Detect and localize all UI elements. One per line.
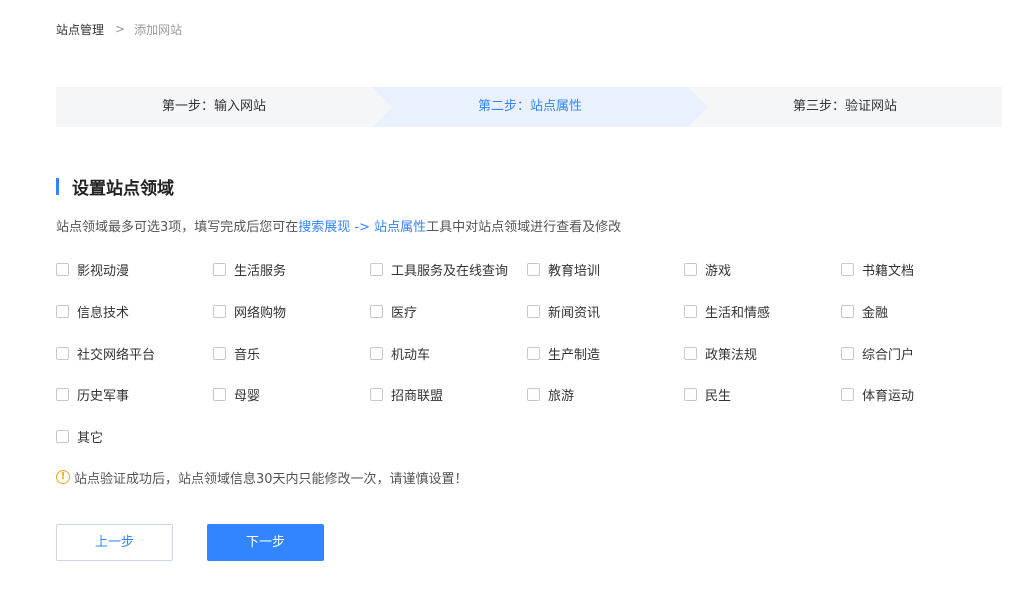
domain-label: 工具服务及在线查询 (391, 263, 509, 279)
domain-checkbox-item[interactable]: 网络购物 (213, 301, 286, 321)
domain-checkbox-item[interactable]: 医疗 (370, 301, 417, 321)
domain-label: 医疗 (391, 305, 418, 321)
domain-checkbox-item[interactable]: 金融 (841, 301, 888, 321)
section-title-accent-bar (56, 177, 59, 195)
checkbox[interactable] (684, 304, 697, 318)
checkbox[interactable] (370, 304, 383, 318)
domain-label: 影视动漫 (77, 263, 130, 279)
domain-checkbox-item[interactable]: 游戏 (684, 259, 731, 279)
step-3: 第三步：验证网站 (792, 99, 897, 114)
domain-checkbox-item[interactable]: 工具服务及在线查询 (370, 259, 508, 279)
domain-label: 民生 (705, 388, 732, 404)
domain-checkbox-item[interactable]: 音乐 (213, 343, 260, 363)
step-progress: 第一步：输入网站 第二步：站点属性 第三步：验证网站 (56, 87, 1002, 127)
domain-label: 综合门户 (862, 347, 915, 363)
description-prefix: 站点领域最多可选3项，填写完成后您可在 (56, 220, 299, 235)
checkbox[interactable] (684, 387, 697, 401)
domain-checkbox-item[interactable]: 新闻资讯 (527, 301, 600, 321)
domain-checkbox-item[interactable]: 机动车 (370, 343, 430, 363)
domain-label: 教育培训 (548, 263, 601, 279)
search-display-site-attributes-link[interactable]: 搜索展现 -> 站点属性 (298, 220, 426, 235)
domain-checkbox-item[interactable]: 生产制造 (527, 343, 600, 363)
domain-label: 历史军事 (77, 388, 130, 404)
domain-label: 政策法规 (705, 347, 758, 363)
domain-checkbox-item[interactable]: 体育运动 (841, 384, 914, 404)
warning-icon: ! (56, 470, 70, 484)
checkbox[interactable] (56, 346, 69, 360)
domain-label: 信息技术 (77, 305, 130, 321)
checkbox[interactable] (213, 387, 226, 401)
description-suffix: 工具中对站点领域进行查看及修改 (426, 220, 622, 235)
checkbox[interactable] (213, 346, 226, 360)
section-title-text: 设置站点领域 (72, 178, 174, 199)
checkbox[interactable] (56, 429, 69, 443)
domain-label: 体育运动 (862, 388, 915, 404)
checkbox[interactable] (841, 346, 854, 360)
domain-checkbox-item[interactable]: 生活和情感 (684, 301, 770, 321)
breadcrumb-site-management[interactable]: 站点管理 (56, 21, 104, 38)
previous-step-button[interactable]: 上一步 (56, 524, 173, 561)
domain-checkbox-item[interactable]: 历史军事 (56, 384, 129, 404)
warning-notice: ! 站点验证成功后，站点领域信息30天内只能修改一次，请谨慎设置！ (56, 467, 468, 487)
domain-label: 网络购物 (234, 305, 287, 321)
checkbox[interactable] (370, 262, 383, 276)
checkbox[interactable] (527, 387, 540, 401)
domain-checkbox-item[interactable]: 综合门户 (841, 343, 914, 363)
checkbox[interactable] (684, 262, 697, 276)
domain-label: 生产制造 (548, 347, 601, 363)
domain-label: 音乐 (234, 347, 261, 363)
domain-checkbox-item[interactable]: 民生 (684, 384, 731, 404)
step-2-active: 第二步：站点属性 (477, 99, 582, 114)
checkbox[interactable] (841, 304, 854, 318)
domain-label: 招商联盟 (391, 388, 444, 404)
domain-checkbox-item[interactable]: 招商联盟 (370, 384, 443, 404)
section-title: 设置站点领域 (56, 174, 174, 199)
checkbox[interactable] (370, 346, 383, 360)
next-step-button[interactable]: 下一步 (207, 524, 324, 561)
domain-checkbox-item[interactable]: 社交网络平台 (56, 343, 155, 363)
checkbox[interactable] (527, 346, 540, 360)
breadcrumb-current: 添加网站 (134, 22, 183, 37)
checkbox[interactable] (56, 387, 69, 401)
domain-label: 游戏 (705, 263, 732, 279)
domain-checkbox-item[interactable]: 其它 (56, 426, 103, 446)
breadcrumb: 站点管理 > 添加网站 (56, 21, 182, 37)
domain-checkbox-item[interactable]: 影视动漫 (56, 259, 129, 279)
domain-label: 金融 (862, 305, 889, 321)
domain-checkbox-item[interactable]: 母婴 (213, 384, 260, 404)
checkbox[interactable] (527, 304, 540, 318)
domain-label: 生活和情感 (705, 305, 771, 321)
domain-label: 书籍文档 (862, 263, 915, 279)
domain-label: 生活服务 (234, 263, 287, 279)
checkbox[interactable] (527, 262, 540, 276)
checkbox[interactable] (841, 262, 854, 276)
domain-checkbox-item[interactable]: 旅游 (527, 384, 574, 404)
breadcrumb-separator-icon: > (115, 22, 126, 36)
domain-label: 母婴 (234, 388, 261, 404)
domain-description: 站点领域最多可选3项，填写完成后您可在搜索展现 -> 站点属性工具中对站点领域进… (56, 219, 621, 237)
domain-checkbox-item[interactable]: 教育培训 (527, 259, 600, 279)
warning-text: 站点验证成功后，站点领域信息30天内只能修改一次，请谨慎设置！ (74, 471, 468, 487)
checkbox[interactable] (56, 304, 69, 318)
domain-checkbox-item[interactable]: 生活服务 (213, 259, 286, 279)
domain-checkbox-item[interactable]: 书籍文档 (841, 259, 914, 279)
checkbox[interactable] (213, 304, 226, 318)
domain-label: 其它 (77, 430, 104, 446)
domain-label: 旅游 (548, 388, 575, 404)
checkbox[interactable] (841, 387, 854, 401)
domain-checkbox-item[interactable]: 信息技术 (56, 301, 129, 321)
step-1: 第一步：输入网站 (161, 99, 266, 114)
domain-label: 新闻资讯 (548, 305, 601, 321)
domain-label: 机动车 (391, 347, 431, 363)
checkbox[interactable] (56, 262, 69, 276)
checkbox[interactable] (370, 387, 383, 401)
domain-label: 社交网络平台 (77, 347, 156, 363)
domain-checkbox-item[interactable]: 政策法规 (684, 343, 757, 363)
checkbox[interactable] (213, 262, 226, 276)
checkbox[interactable] (684, 346, 697, 360)
